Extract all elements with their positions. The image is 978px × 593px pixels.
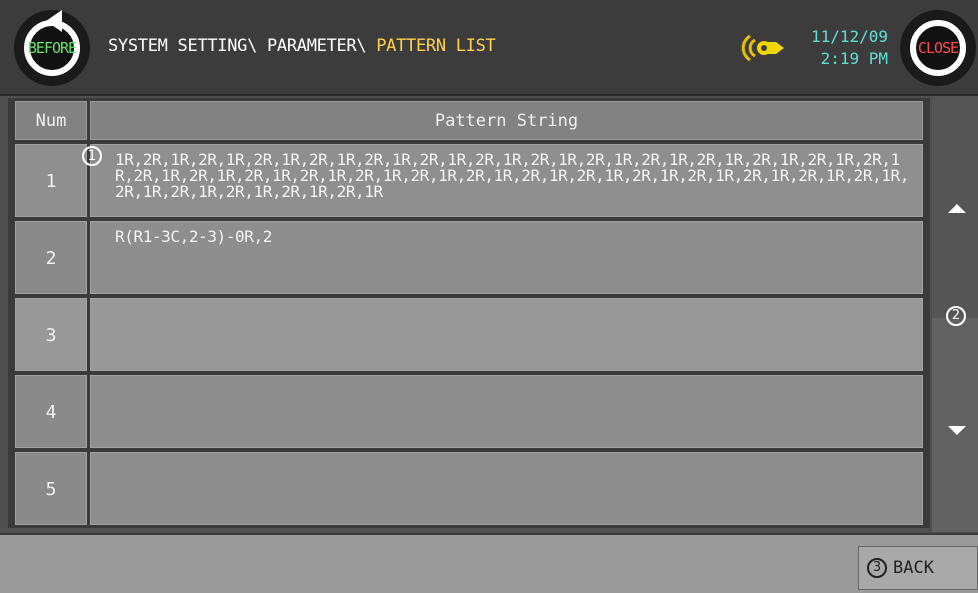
pattern-cell[interactable]: R(R1-3C,2-3)-0R,2 bbox=[90, 221, 923, 294]
scroll-up-button[interactable] bbox=[932, 96, 978, 318]
scroll-bar[interactable]: 2 bbox=[932, 96, 978, 532]
breadcrumb-current: PATTERN LIST bbox=[376, 36, 496, 56]
before-button[interactable]: BEFORE bbox=[14, 10, 90, 86]
back-button[interactable]: 3 BACK bbox=[858, 546, 978, 590]
pattern-cell[interactable] bbox=[90, 298, 923, 371]
arrow-up-icon bbox=[948, 204, 966, 213]
close-label: CLOSE bbox=[917, 39, 959, 57]
table-row[interactable]: 5 bbox=[15, 452, 923, 525]
pattern-cell[interactable] bbox=[90, 452, 923, 525]
breadcrumb: SYSTEM SETTING\ PARAMETER\ PATTERN LIST bbox=[108, 36, 496, 56]
datetime: 11/12/09 2:19 PM bbox=[800, 26, 888, 70]
time-text: 2:19 PM bbox=[820, 49, 888, 68]
row-num: 5 bbox=[15, 452, 87, 525]
table-row[interactable]: 2 R(R1-3C,2-3)-0R,2 bbox=[15, 221, 923, 294]
callout-marker-3: 3 bbox=[867, 558, 887, 578]
close-button[interactable]: CLOSE bbox=[900, 10, 976, 86]
header-bar: BEFORE SYSTEM SETTING\ PARAMETER\ PATTER… bbox=[0, 0, 978, 96]
screen: BEFORE SYSTEM SETTING\ PARAMETER\ PATTER… bbox=[0, 0, 978, 593]
pattern-cell[interactable] bbox=[90, 375, 923, 448]
footer-bar: 3 BACK bbox=[0, 533, 978, 593]
callout-marker-2: 2 bbox=[946, 306, 966, 326]
date-text: 11/12/09 bbox=[810, 27, 888, 46]
column-header-pattern: Pattern String bbox=[90, 101, 923, 140]
bell-icon[interactable] bbox=[740, 30, 788, 66]
table-row[interactable]: 3 bbox=[15, 298, 923, 371]
arrow-down-icon bbox=[948, 426, 966, 435]
pattern-table: Num Pattern String 1 1R,2R,1R,2R,1R,2R,1… bbox=[8, 98, 930, 528]
table-row[interactable]: 1 1R,2R,1R,2R,1R,2R,1R,2R,1R,2R,1R,2R,1R… bbox=[15, 144, 923, 217]
table-row[interactable]: 4 bbox=[15, 375, 923, 448]
row-num: 2 bbox=[15, 221, 87, 294]
callout-marker-1: 1 bbox=[82, 146, 102, 166]
scroll-down-button[interactable] bbox=[932, 318, 978, 532]
row-num: 1 bbox=[15, 144, 87, 217]
back-label: BACK bbox=[893, 558, 934, 578]
column-header-num: Num bbox=[15, 101, 87, 140]
row-num: 3 bbox=[15, 298, 87, 371]
pattern-cell[interactable]: 1R,2R,1R,2R,1R,2R,1R,2R,1R,2R,1R,2R,1R,2… bbox=[90, 144, 923, 217]
before-label: BEFORE bbox=[27, 39, 77, 57]
breadcrumb-path: SYSTEM SETTING\ PARAMETER\ bbox=[108, 36, 377, 56]
row-num: 4 bbox=[15, 375, 87, 448]
